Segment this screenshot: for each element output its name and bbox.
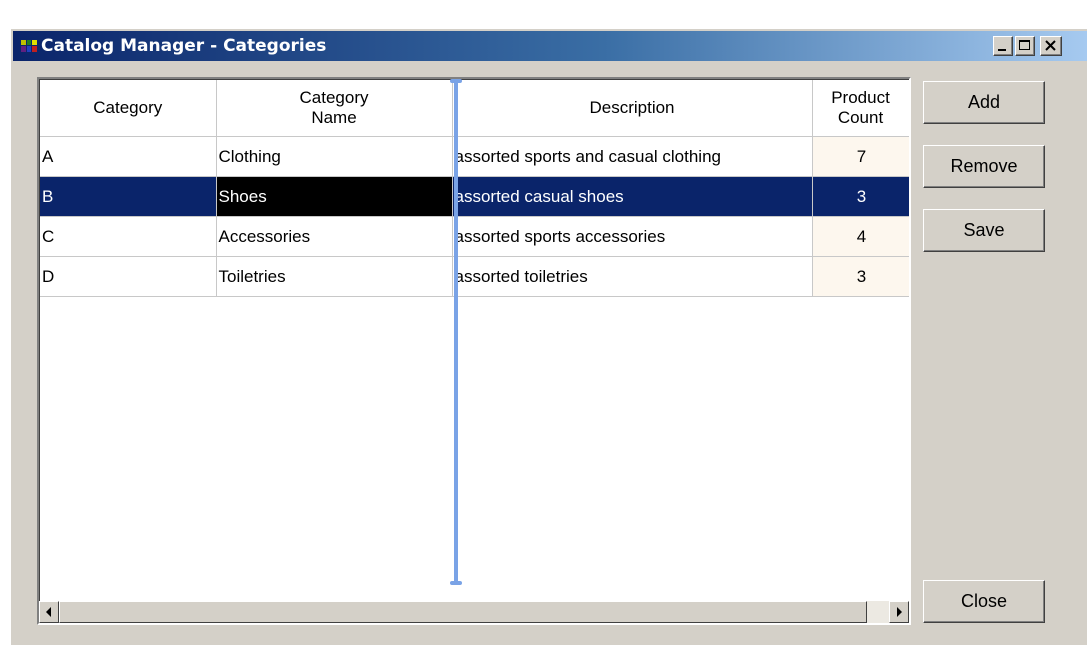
cell-product-count[interactable]: 7 — [812, 136, 909, 177]
categories-grid[interactable]: Category Category Name Description Produ… — [37, 77, 911, 625]
column-resize-indicator[interactable] — [450, 79, 462, 585]
table-row[interactable]: A Clothing assorted sports and casual cl… — [40, 136, 909, 177]
remove-button[interactable]: Remove — [923, 145, 1045, 188]
maximize-icon — [1019, 40, 1030, 50]
save-button[interactable]: Save — [923, 209, 1045, 252]
catalog-app-icon — [21, 40, 37, 52]
cell-category[interactable]: C — [40, 216, 217, 257]
cell-category-name[interactable]: Accessories — [216, 216, 453, 257]
column-header-category-name[interactable]: Category Name — [216, 80, 453, 137]
column-header-product-count[interactable]: Product Count — [812, 80, 909, 137]
title-bar[interactable]: Catalog Manager - Categories — [13, 31, 1087, 61]
cell-product-count[interactable]: 3 — [812, 176, 909, 217]
cell-product-count[interactable]: 4 — [812, 216, 909, 257]
cell-category[interactable]: D — [40, 256, 217, 297]
catalog-manager-window: Catalog Manager - Categories Category Ca… — [10, 28, 1087, 645]
window-title: Catalog Manager - Categories — [41, 36, 327, 56]
categories-table: Category Category Name Description Produ… — [40, 80, 909, 297]
minimize-button[interactable] — [993, 36, 1013, 56]
table-row-selected[interactable]: B Shoes assorted casual shoes 3 — [40, 176, 909, 217]
close-icon — [1045, 40, 1056, 51]
header-row: Category Category Name Description Produ… — [40, 80, 909, 137]
scrollbar-thumb[interactable] — [59, 601, 867, 623]
add-button[interactable]: Add — [923, 81, 1045, 124]
cell-category-name[interactable]: Shoes — [216, 176, 453, 217]
cell-description[interactable]: assorted sports accessories — [452, 216, 813, 257]
table-row[interactable]: C Accessories assorted sports accessorie… — [40, 216, 909, 257]
cell-description[interactable]: assorted toiletries — [452, 256, 813, 297]
arrow-left-icon — [46, 607, 51, 617]
minimize-icon — [998, 49, 1006, 51]
scroll-right-button[interactable] — [889, 601, 909, 623]
horizontal-scrollbar[interactable] — [39, 601, 909, 623]
cell-category[interactable]: B — [40, 176, 217, 217]
scroll-left-button[interactable] — [39, 601, 59, 623]
maximize-button[interactable] — [1015, 36, 1035, 56]
table-row[interactable]: D Toiletries assorted toiletries 3 — [40, 256, 909, 297]
cell-category-name[interactable]: Toiletries — [216, 256, 453, 297]
cell-description[interactable]: assorted casual shoes — [452, 176, 813, 217]
cell-product-count[interactable]: 3 — [812, 256, 909, 297]
close-window-button[interactable] — [1040, 36, 1062, 56]
column-header-category[interactable]: Category — [40, 80, 217, 137]
cell-description[interactable]: assorted sports and casual clothing — [452, 136, 813, 177]
column-header-description[interactable]: Description — [452, 80, 813, 137]
cell-category-name[interactable]: Clothing — [216, 136, 453, 177]
arrow-right-icon — [897, 607, 902, 617]
cell-category[interactable]: A — [40, 136, 217, 177]
close-button[interactable]: Close — [923, 580, 1045, 623]
